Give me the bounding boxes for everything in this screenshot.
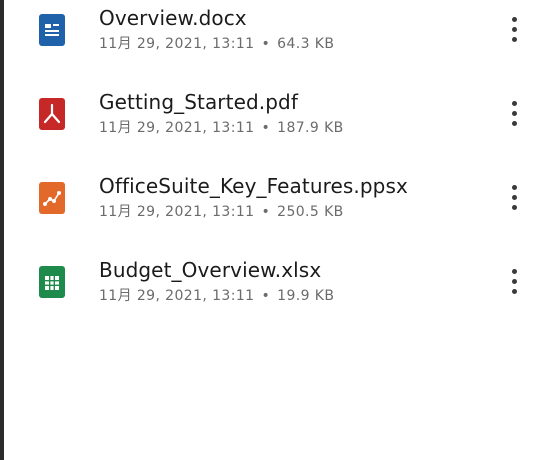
file-size: 64.3 KB [277,36,335,52]
meta-separator: • [261,36,271,52]
file-size: 250.5 KB [277,204,344,220]
file-name: Getting_Started.pdf [99,90,298,114]
file-meta: 11月 29, 2021, 13:11 • 187.9 KB [99,117,344,137]
file-list-screen: Overview.docx 11月 29, 2021, 13:11 • 64.3 K… [0,0,542,460]
file-size: 19.9 KB [277,288,335,304]
pdf-icon [39,98,65,130]
file-name: Overview.docx [99,6,247,30]
file-row-getting-started-pdf[interactable]: Getting_Started.pdf 11月 29, 2021, 13:11 •… [4,90,542,174]
file-date: 11月 29, 2021, 13:11 [99,36,255,52]
more-options-button[interactable] [504,182,526,214]
meta-separator: • [261,204,271,220]
sheet-icon [39,266,65,298]
file-date: 11月 29, 2021, 13:11 [99,288,255,304]
file-meta: 11月 29, 2021, 13:11 • 64.3 KB [99,33,334,53]
more-options-button[interactable] [504,98,526,130]
more-options-button[interactable] [504,266,526,298]
file-date: 11月 29, 2021, 13:11 [99,204,255,220]
file-meta: 11月 29, 2021, 13:11 • 250.5 KB [99,201,344,221]
file-date: 11月 29, 2021, 13:11 [99,120,255,136]
file-row-overview-docx[interactable]: Overview.docx 11月 29, 2021, 13:11 • 64.3 K… [4,6,542,90]
file-meta: 11月 29, 2021, 13:11 • 19.9 KB [99,285,334,305]
more-options-button[interactable] [504,14,526,46]
file-row-officesuite-ppsx[interactable]: OfficeSuite_Key_Features.ppsx 11月 29, 20… [4,174,542,258]
file-name: Budget_Overview.xlsx [99,258,322,282]
file-row-budget-xlsx[interactable]: Budget_Overview.xlsx 11月 29, 2021, 13:11… [4,258,542,342]
meta-separator: • [261,288,271,304]
file-name: OfficeSuite_Key_Features.ppsx [99,174,408,198]
doc-icon [39,14,65,46]
slides-icon [39,182,65,214]
file-size: 187.9 KB [277,120,344,136]
meta-separator: • [261,120,271,136]
